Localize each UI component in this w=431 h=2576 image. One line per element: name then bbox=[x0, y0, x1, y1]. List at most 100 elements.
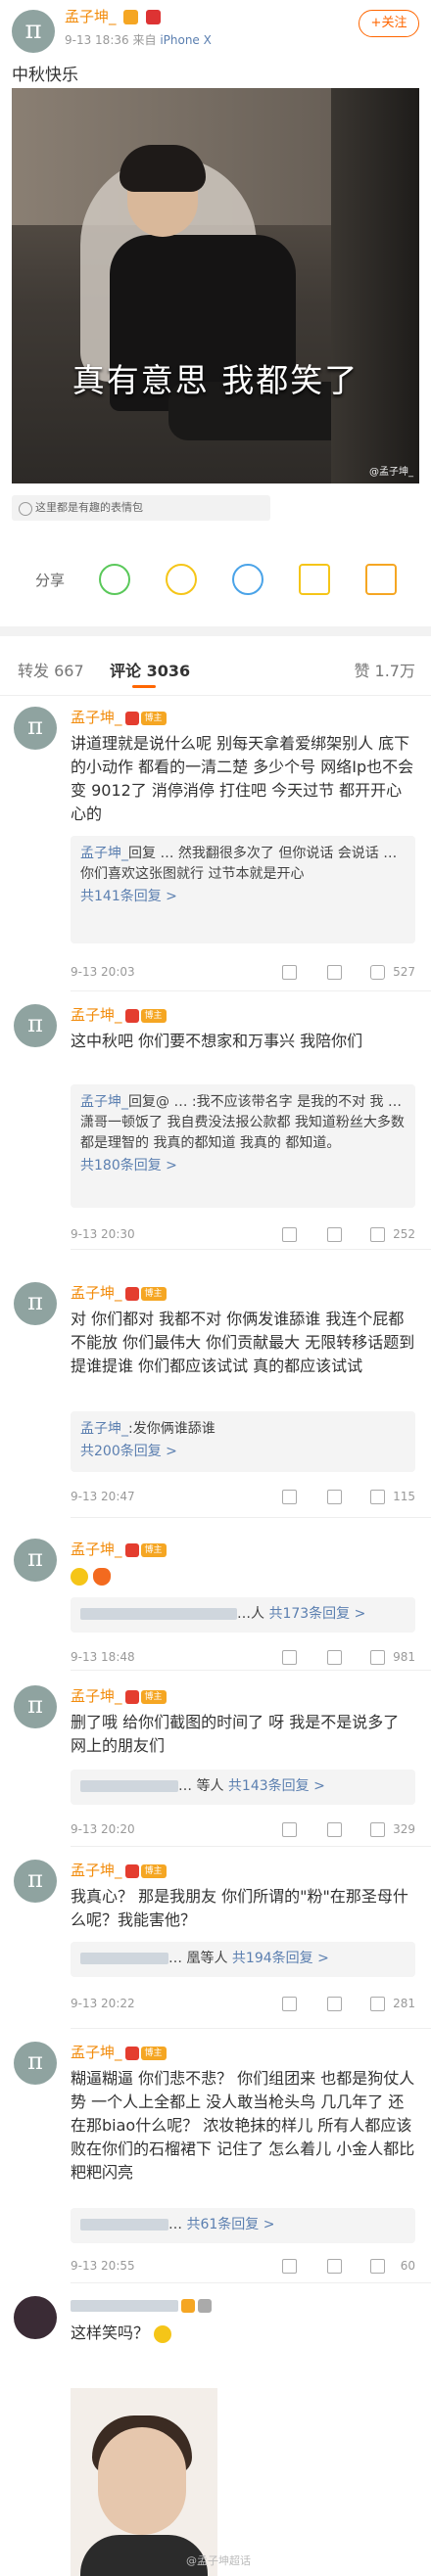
commenter-name[interactable]: 孟子坤_ 博主 bbox=[71, 707, 167, 727]
like-icon[interactable] bbox=[370, 965, 385, 980]
commenter-avatar[interactable]: π bbox=[14, 1860, 57, 1903]
reply-icon[interactable] bbox=[327, 1227, 342, 1242]
share-icon[interactable] bbox=[282, 1227, 297, 1242]
post-text: 中秋快乐 bbox=[12, 66, 78, 85]
share-icon[interactable] bbox=[282, 965, 297, 980]
reply-author[interactable]: 孟子坤_ bbox=[80, 1094, 128, 1110]
commenter-name[interactable]: 孟子坤_ 博主 bbox=[71, 1539, 167, 1559]
image-watermark: @孟子坤_ bbox=[369, 467, 413, 478]
sticker-bar-label: 这里都是有趣的表情包 bbox=[35, 501, 143, 514]
like-icon[interactable] bbox=[370, 1997, 385, 2011]
more-replies-link[interactable]: 共180条回复 > bbox=[80, 1156, 406, 1176]
commenter-name[interactable]: 孟子坤_ 博主 bbox=[71, 1004, 167, 1025]
like-count: 329 bbox=[393, 1822, 415, 1836]
comment-item: π 孟子坤_ 博主 删了哦 给你们截图的时间了 呀 我是不是说多了 网上的朋友们 … bbox=[0, 1685, 431, 1842]
reply-icon[interactable] bbox=[327, 1997, 342, 2011]
sticker-bar[interactable]: 这里都是有趣的表情包 bbox=[12, 495, 270, 521]
like-count: 60 bbox=[400, 2259, 415, 2273]
author-badge: 博主 bbox=[140, 1008, 167, 1023]
like-icon[interactable] bbox=[370, 1227, 385, 1242]
commenter-avatar[interactable]: π bbox=[14, 1539, 57, 1582]
follow-button[interactable]: +关注 bbox=[359, 10, 419, 37]
share-icon[interactable] bbox=[282, 1490, 297, 1504]
share-icon[interactable] bbox=[282, 1822, 297, 1837]
image-right-shadow bbox=[331, 88, 419, 483]
more-replies-link[interactable]: 共141条回复 > bbox=[80, 887, 406, 907]
reply-author[interactable]: 孟子坤_ bbox=[80, 1421, 128, 1437]
reply-box[interactable]: 孟子坤_回复@ … :我不应该带名字 是我的不对 我 … 潇哥一顿饭了 我自费没… bbox=[71, 1084, 415, 1208]
vip-badge-icon bbox=[123, 10, 139, 24]
like-icon[interactable] bbox=[370, 1650, 385, 1665]
comment-time: 9-13 20:22 bbox=[71, 1997, 135, 2010]
commenter-name-text[interactable]: 孟子坤_ bbox=[71, 2044, 122, 2061]
commenter-name-text[interactable]: 孟子坤_ bbox=[71, 1284, 122, 1302]
like-icon[interactable] bbox=[370, 2259, 385, 2274]
like-icon[interactable] bbox=[370, 1490, 385, 1504]
comment-image[interactable] bbox=[71, 2388, 217, 2576]
wechat-icon[interactable] bbox=[99, 564, 130, 595]
more-replies-link[interactable]: 共143条回复 > bbox=[228, 1778, 325, 1794]
more-replies-link[interactable]: 共61条回复 > bbox=[186, 2217, 274, 2232]
comment-separator bbox=[71, 1517, 431, 1518]
commenter-avatar[interactable]: π bbox=[14, 1004, 57, 1047]
blurred-names bbox=[80, 1608, 237, 1620]
reply-box[interactable]: 孟子坤_回复 … 然我翻很多次了 但你说话 会说话 … 你们喜欢这张图就行 过节… bbox=[71, 836, 415, 943]
source-prefix: 来自 bbox=[132, 33, 157, 47]
reply-box[interactable]: … 等人 共143条回复 > bbox=[71, 1770, 415, 1805]
commenter-name[interactable]: 孟子坤_ 博主 bbox=[71, 1860, 167, 1880]
commenter-name[interactable] bbox=[71, 2296, 212, 2314]
commenter-avatar[interactable]: π bbox=[14, 2042, 57, 2085]
commenter-name-text[interactable]: 孟子坤_ bbox=[71, 709, 122, 726]
reply-icon[interactable] bbox=[327, 2259, 342, 2274]
tab-repost[interactable]: 转发 667 bbox=[18, 658, 84, 681]
comment-separator bbox=[71, 2028, 431, 2029]
image-person-hair bbox=[120, 145, 206, 192]
reply-text: … bbox=[168, 2217, 182, 2232]
reply-author[interactable]: 孟子坤_ bbox=[80, 846, 128, 861]
commenter-avatar[interactable]: π bbox=[14, 1282, 57, 1325]
post-date: 9-13 18:36 bbox=[65, 33, 129, 47]
tab-likes[interactable]: 赞 1.7万 bbox=[354, 658, 415, 681]
share-icon[interactable] bbox=[282, 1997, 297, 2011]
moments-icon[interactable] bbox=[166, 564, 197, 595]
save-icon[interactable] bbox=[365, 564, 397, 595]
commenter-avatar[interactable]: π bbox=[14, 1685, 57, 1728]
more-replies-link[interactable]: 共194条回复 > bbox=[232, 1951, 329, 1966]
commenter-name[interactable]: 孟子坤_ 博主 bbox=[71, 1685, 167, 1706]
share-icon[interactable] bbox=[282, 1650, 297, 1665]
commenter-name[interactable]: 孟子坤_ 博主 bbox=[71, 2042, 167, 2062]
reply-icon[interactable] bbox=[327, 1650, 342, 1665]
author-name-text[interactable]: 孟子坤_ bbox=[65, 8, 117, 25]
like-icon[interactable] bbox=[370, 1822, 385, 1837]
commenter-name-text[interactable]: 孟子坤_ bbox=[71, 1541, 122, 1558]
share-icon[interactable] bbox=[282, 2259, 297, 2274]
post-image[interactable]: 真有意思 我都笑了 @孟子坤_ bbox=[12, 88, 419, 483]
reply-box[interactable]: …人 共173条回复 > bbox=[71, 1597, 415, 1633]
tab-comments[interactable]: 评论 3036 bbox=[110, 658, 190, 681]
commenter-name[interactable]: 孟子坤_ 博主 bbox=[71, 1282, 167, 1303]
more-replies-link[interactable]: 共173条回复 > bbox=[268, 1606, 365, 1622]
like-count: 115 bbox=[393, 1490, 415, 1503]
laugh-emoji-icon bbox=[154, 2324, 172, 2343]
reply-box[interactable]: … 共61条回复 > bbox=[71, 2208, 415, 2243]
like-count: 252 bbox=[393, 1227, 415, 1241]
reply-icon[interactable] bbox=[327, 965, 342, 980]
reply-icon[interactable] bbox=[327, 1490, 342, 1504]
qzone-star-icon[interactable] bbox=[299, 564, 330, 595]
more-replies-link[interactable]: 共200条回复 > bbox=[80, 1442, 406, 1462]
vip-icon bbox=[181, 2298, 195, 2313]
active-tab-indicator bbox=[132, 685, 156, 688]
comment-separator bbox=[71, 1249, 431, 1250]
reply-box[interactable]: 孟子坤_:发你俩谁舔谁 共200条回复 > bbox=[71, 1411, 415, 1472]
author-name[interactable]: 孟子坤_ bbox=[65, 6, 162, 26]
commenter-name-text[interactable]: 孟子坤_ bbox=[71, 1006, 122, 1024]
commenter-avatar[interactable]: π bbox=[14, 707, 57, 750]
vip-icon bbox=[124, 1542, 139, 1557]
qq-icon[interactable] bbox=[232, 564, 263, 595]
reply-icon[interactable] bbox=[327, 1822, 342, 1837]
reply-box[interactable]: … 凰等人 共194条回复 > bbox=[71, 1942, 415, 1977]
commenter-avatar[interactable] bbox=[14, 2296, 57, 2339]
author-avatar[interactable]: π bbox=[12, 10, 55, 53]
commenter-name-text[interactable]: 孟子坤_ bbox=[71, 1862, 122, 1879]
commenter-name-text[interactable]: 孟子坤_ bbox=[71, 1687, 122, 1705]
